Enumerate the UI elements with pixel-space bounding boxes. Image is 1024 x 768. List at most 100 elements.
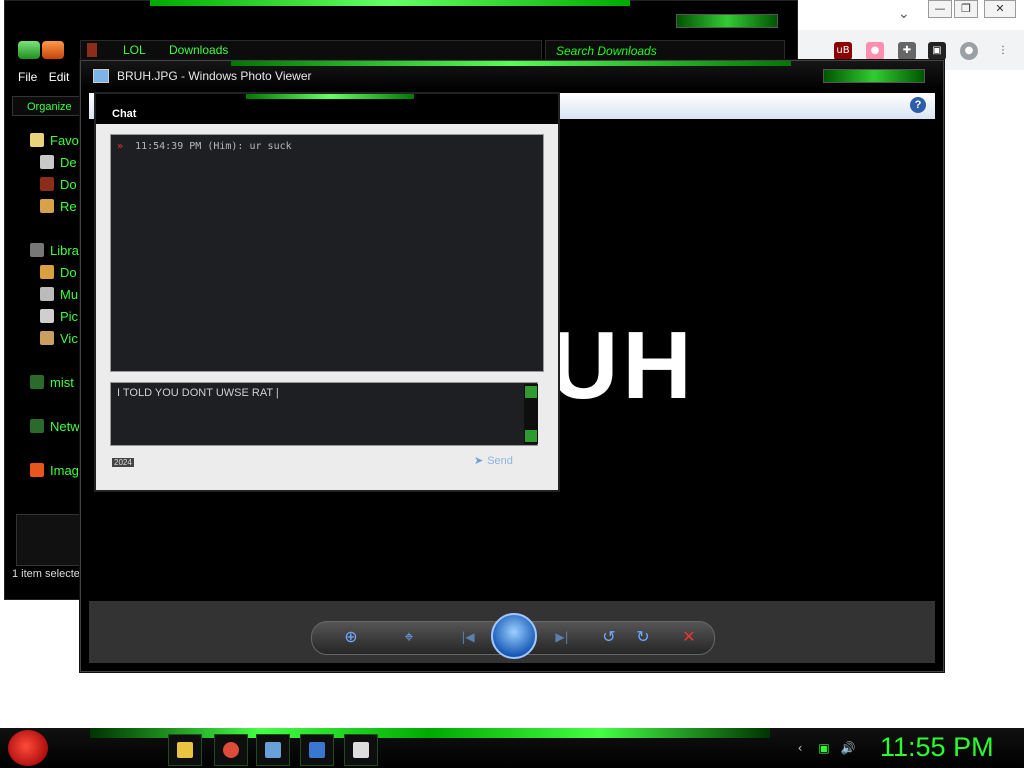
sidebar-item-label: Do bbox=[60, 265, 77, 280]
tray-expand-icon[interactable]: ‹ bbox=[792, 740, 808, 756]
sidebar-item-label: Mu bbox=[60, 287, 79, 302]
star-icon bbox=[30, 133, 44, 147]
send-arrow-icon: ➤ bbox=[474, 455, 484, 467]
sidebar-item-label: mist bbox=[50, 375, 74, 390]
documents-icon bbox=[40, 265, 54, 279]
sidebar-item-label: Netw bbox=[50, 419, 80, 434]
chat-icon bbox=[353, 742, 369, 758]
forward-button[interactable] bbox=[42, 41, 64, 59]
sidebar-item-label: Libra bbox=[50, 243, 79, 258]
actual-size-icon[interactable]: ⌖ bbox=[397, 625, 421, 649]
slideshow-button[interactable] bbox=[491, 613, 537, 659]
back-button[interactable] bbox=[18, 41, 40, 59]
sidebar-item[interactable]: Favo bbox=[30, 130, 79, 152]
viewer-window-controls[interactable] bbox=[823, 69, 925, 83]
chat-task[interactable] bbox=[344, 734, 378, 766]
menu-icon[interactable]: ⋮ bbox=[994, 42, 1012, 60]
sidebar-item[interactable]: Libra bbox=[30, 240, 79, 262]
explorer-window-controls[interactable] bbox=[676, 14, 778, 28]
sidebar-item[interactable]: Vic bbox=[40, 328, 78, 350]
send-button[interactable]: ➤ Send bbox=[474, 454, 513, 467]
image-app-icon bbox=[30, 463, 44, 477]
chat-input[interactable]: I TOLD YOU DONT UWSE RAT | bbox=[110, 382, 538, 446]
status-bar-text: 1 item selecte bbox=[12, 568, 80, 580]
chat-input-scrollbar[interactable] bbox=[524, 384, 538, 444]
pictures-icon bbox=[40, 309, 54, 323]
sidebar-item-label: Re bbox=[60, 199, 77, 214]
photo-viewer-icon bbox=[265, 742, 281, 758]
viewer-title-glow bbox=[231, 61, 791, 66]
address-folder-icon bbox=[87, 43, 97, 57]
rotate-cw-icon[interactable]: ↻ bbox=[631, 625, 655, 649]
explorer-icon bbox=[177, 742, 193, 758]
videos-icon bbox=[40, 331, 54, 345]
viewer-title: BRUH.JPG - Windows Photo Viewer bbox=[117, 69, 312, 83]
chrome-task[interactable] bbox=[214, 734, 248, 766]
scroll-down-button[interactable] bbox=[525, 430, 537, 442]
address-crumb-downloads[interactable]: Downloads bbox=[169, 43, 228, 57]
puzzle-icon[interactable]: ✚ bbox=[898, 42, 916, 60]
message-sender: (Him): bbox=[207, 141, 244, 152]
music-icon bbox=[40, 287, 54, 301]
library-icon bbox=[30, 243, 44, 257]
close-button[interactable]: ✕ bbox=[984, 0, 1016, 18]
browser-tab-dropdown[interactable]: ⌄ bbox=[898, 6, 910, 22]
sidebar-item[interactable]: Pic bbox=[40, 306, 78, 328]
scroll-up-button[interactable] bbox=[525, 386, 537, 398]
photo-viewer-task[interactable] bbox=[256, 734, 290, 766]
sidebar-item[interactable]: Netw bbox=[30, 416, 80, 438]
file-thumbnail[interactable] bbox=[16, 514, 82, 566]
sidebar-item[interactable]: mist bbox=[30, 372, 74, 394]
sidebar-item-label: Pic bbox=[60, 309, 79, 324]
sidebar-item-label: Imag bbox=[50, 463, 79, 478]
notes-icon bbox=[309, 742, 325, 758]
clock[interactable]: 11:55 PM bbox=[880, 732, 994, 763]
chat-title-glow bbox=[246, 94, 414, 99]
explorer-title-glow bbox=[150, 0, 630, 6]
message-text: ur suck bbox=[249, 141, 292, 152]
delete-icon[interactable]: ✕ bbox=[677, 625, 701, 649]
sidebar-item[interactable]: Do bbox=[40, 262, 77, 284]
message-arrow-icon: » bbox=[117, 141, 124, 152]
sidebar-item[interactable]: De bbox=[40, 152, 77, 174]
menu-edit[interactable]: Edit bbox=[49, 70, 70, 84]
sidebar-item[interactable]: Re bbox=[40, 196, 77, 218]
minimize-button[interactable]: — bbox=[928, 0, 952, 18]
start-button[interactable] bbox=[8, 730, 48, 766]
profile-avatar[interactable]: ● bbox=[960, 42, 978, 60]
volume-icon[interactable]: 🔊 bbox=[840, 740, 856, 756]
notes-task[interactable] bbox=[300, 734, 334, 766]
address-crumb-lol[interactable]: LOL bbox=[123, 43, 146, 57]
explorer-task[interactable] bbox=[168, 734, 202, 766]
sidebar-item-label: Favo bbox=[50, 133, 79, 148]
search-input[interactable]: Search Downloads bbox=[545, 40, 785, 60]
sidebar-item[interactable]: Imag bbox=[30, 460, 79, 482]
recent-icon bbox=[40, 199, 54, 213]
ublock-icon[interactable]: uB bbox=[834, 42, 852, 60]
restore-button[interactable]: ❐ bbox=[954, 0, 978, 18]
chrome-icon bbox=[223, 742, 239, 758]
homegroup-icon bbox=[30, 375, 44, 389]
chat-title: Chat bbox=[112, 108, 137, 120]
image-text: UH bbox=[549, 312, 696, 419]
zoom-icon[interactable]: ⊕ bbox=[339, 625, 363, 649]
sidebar-item-label: Do bbox=[60, 177, 77, 192]
address-bar[interactable]: LOL Downloads bbox=[80, 40, 542, 62]
sidebar-item[interactable]: Mu bbox=[40, 284, 78, 306]
menu-file[interactable]: File bbox=[18, 70, 37, 84]
chat-tag: 2024 bbox=[112, 458, 134, 467]
network-icon[interactable]: ▣ bbox=[816, 740, 832, 756]
sidebar-item-label: De bbox=[60, 155, 77, 170]
rotate-ccw-icon[interactable]: ↺ bbox=[597, 625, 621, 649]
network-icon bbox=[30, 419, 44, 433]
previous-icon[interactable]: |◀ bbox=[453, 625, 483, 649]
organize-button[interactable]: Organize bbox=[12, 96, 82, 116]
next-icon[interactable]: ▶| bbox=[547, 625, 577, 649]
extension-icon[interactable]: ● bbox=[866, 42, 884, 60]
sidepanel-icon[interactable]: ▣ bbox=[928, 42, 946, 60]
sidebar-item[interactable]: Do bbox=[40, 174, 77, 196]
message-time: 11:54:39 PM bbox=[135, 141, 202, 152]
photo-viewer-icon bbox=[93, 69, 109, 83]
downloads-icon bbox=[40, 177, 54, 191]
help-icon[interactable]: ? bbox=[910, 97, 926, 113]
